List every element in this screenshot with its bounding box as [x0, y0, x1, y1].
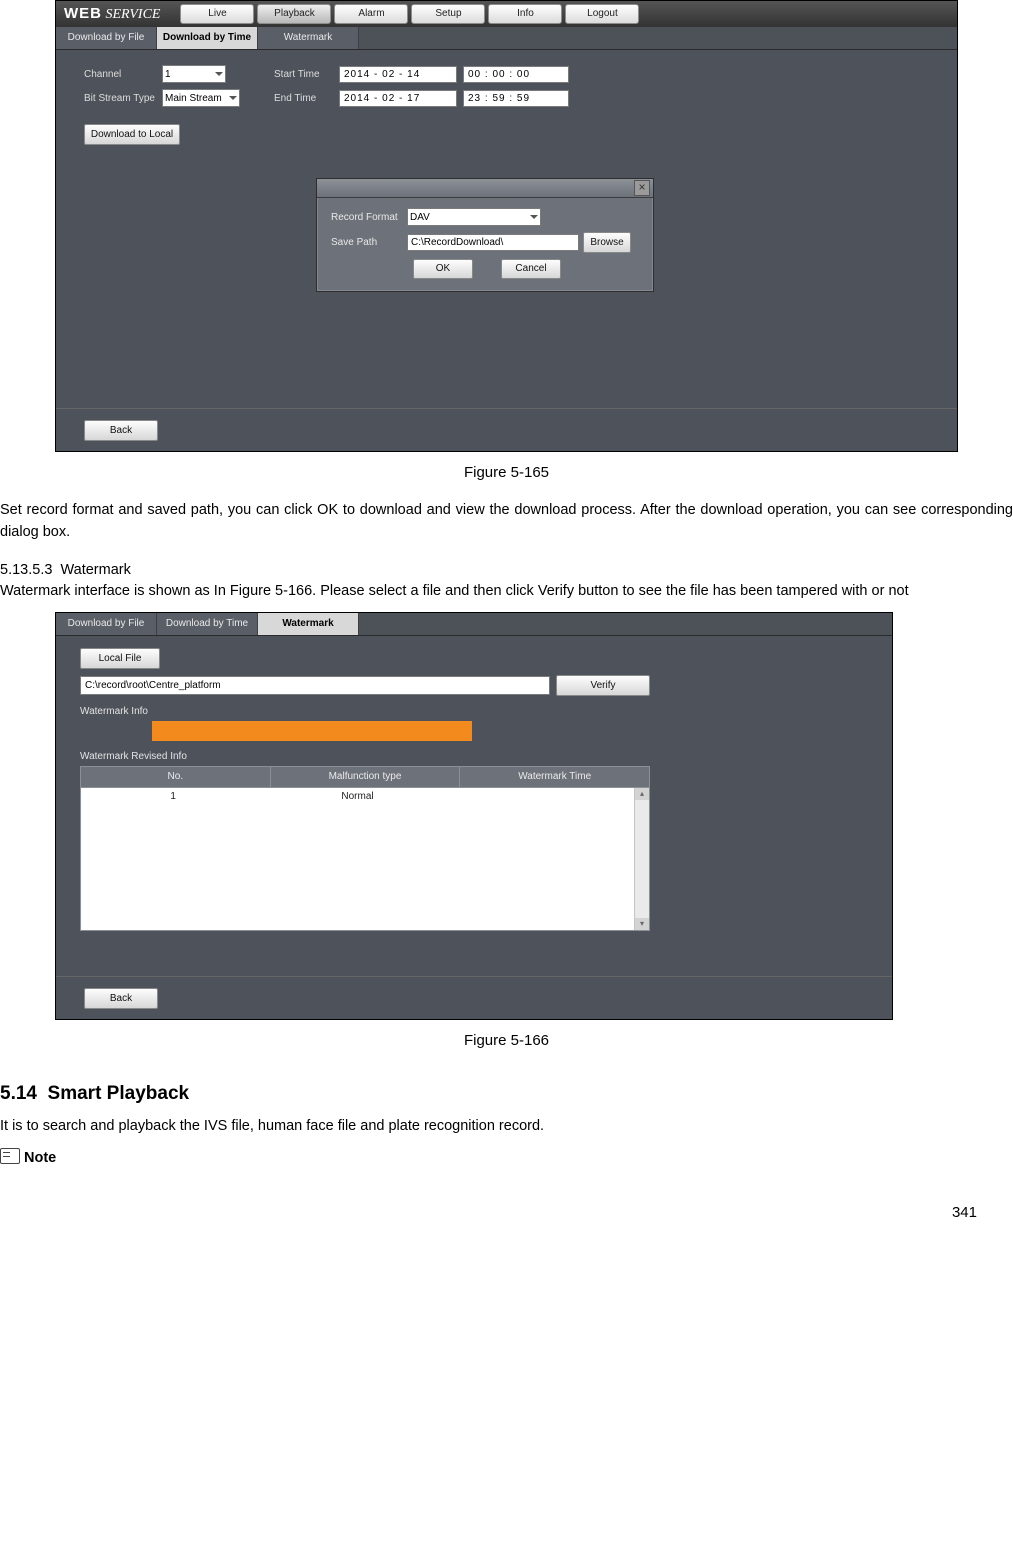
end-date-input[interactable]: 2014 - 02 - 17 — [339, 90, 457, 107]
panel-footer: Back — [56, 976, 892, 1019]
back-button[interactable]: Back — [84, 988, 158, 1009]
cancel-button[interactable]: Cancel — [501, 259, 561, 279]
scroll-down-icon[interactable]: ▾ — [635, 918, 649, 930]
dialog-titlebar: × — [317, 179, 653, 198]
record-format-label: Record Format — [331, 212, 407, 223]
nav-live[interactable]: Live — [180, 4, 254, 24]
scroll-up-icon[interactable]: ▴ — [635, 788, 649, 800]
browse-button[interactable]: Browse — [583, 232, 631, 253]
file-path-input[interactable] — [80, 676, 550, 695]
subnav-download-by-time[interactable]: Download by Time — [157, 613, 258, 635]
watermark-revised-info-label: Watermark Revised Info — [80, 751, 868, 762]
app-brand: WEB SERVICE — [64, 5, 160, 23]
section-heading-watermark: 5.13.5.3 Watermark — [0, 562, 1013, 578]
figure-5-165: WEB SERVICE Live Playback Alarm Setup In… — [55, 0, 958, 452]
chevron-down-icon — [229, 96, 237, 100]
chevron-down-icon — [215, 72, 223, 76]
app-titlebar: WEB SERVICE Live Playback Alarm Setup In… — [56, 1, 957, 27]
paragraph: Set record format and saved path, you ca… — [0, 499, 1013, 544]
col-no: No. — [81, 767, 271, 787]
note-label: Note — [0, 1148, 1013, 1166]
bitstream-label: Bit Stream Type — [84, 93, 162, 104]
col-malfunction-type: Malfunction type — [271, 767, 461, 787]
figure-caption-165: Figure 5-165 — [0, 464, 1013, 481]
figure-5-166: Download by File Download by Time Waterm… — [55, 612, 893, 1020]
subnav-watermark[interactable]: Watermark — [258, 27, 359, 49]
download-to-local-button[interactable]: Download to Local — [84, 124, 180, 145]
channel-select[interactable]: 1 — [162, 65, 226, 83]
download-dialog: × Record Format DAV Save Path Browse — [316, 178, 654, 292]
verify-button[interactable]: Verify — [556, 675, 650, 696]
watermark-info-box — [152, 721, 472, 741]
main-nav: Live Playback Alarm Setup Info Logout — [180, 4, 639, 24]
figure-caption-166: Figure 5-166 — [0, 1032, 1013, 1049]
sub-nav: Download by File Download by Time Waterm… — [56, 613, 892, 636]
endtime-label: End Time — [274, 93, 339, 104]
nav-info[interactable]: Info — [488, 4, 562, 24]
page-number: 341 — [0, 1204, 977, 1221]
table-scrollbar[interactable]: ▴ ▾ — [634, 788, 649, 930]
channel-label: Channel — [84, 69, 162, 80]
paragraph: Watermark interface is shown as In Figur… — [0, 580, 1013, 602]
save-path-input[interactable] — [407, 234, 579, 251]
panel-footer: Back — [56, 408, 957, 451]
subnav-download-by-time[interactable]: Download by Time — [157, 27, 258, 49]
bitstream-select[interactable]: Main Stream — [162, 89, 240, 107]
back-button[interactable]: Back — [84, 420, 158, 441]
sub-nav: Download by File Download by Time Waterm… — [56, 27, 957, 50]
save-path-label: Save Path — [331, 237, 407, 248]
subnav-download-by-file[interactable]: Download by File — [56, 27, 157, 49]
col-watermark-time: Watermark Time — [460, 767, 649, 787]
watermark-info-label: Watermark Info — [80, 706, 868, 717]
panel-download-by-time: Channel 1 Bit Stream Type Main Stream — [56, 50, 957, 408]
subnav-download-by-file[interactable]: Download by File — [56, 613, 157, 635]
note-icon — [0, 1148, 20, 1164]
chevron-down-icon — [530, 215, 538, 219]
section-heading-smart-playback: 5.14 Smart Playback — [0, 1083, 1013, 1105]
nav-alarm[interactable]: Alarm — [334, 4, 408, 24]
nav-playback[interactable]: Playback — [257, 4, 331, 24]
panel-watermark: Local File Verify Watermark Info Waterma… — [56, 636, 892, 976]
table-row: 1 Normal — [81, 788, 634, 806]
local-file-button[interactable]: Local File — [80, 648, 160, 669]
nav-setup[interactable]: Setup — [411, 4, 485, 24]
start-date-input[interactable]: 2014 - 02 - 14 — [339, 66, 457, 83]
subnav-watermark[interactable]: Watermark — [258, 613, 359, 635]
end-time-input[interactable]: 23 : 59 : 59 — [463, 90, 569, 107]
paragraph: It is to search and playback the IVS fil… — [0, 1115, 1013, 1137]
record-format-select[interactable]: DAV — [407, 208, 541, 226]
nav-logout[interactable]: Logout — [565, 4, 639, 24]
starttime-label: Start Time — [274, 69, 339, 80]
watermark-table: No. Malfunction type Watermark Time 1 No… — [80, 766, 650, 931]
start-time-input[interactable]: 00 : 00 : 00 — [463, 66, 569, 83]
close-icon[interactable]: × — [634, 180, 650, 196]
ok-button[interactable]: OK — [413, 259, 473, 279]
